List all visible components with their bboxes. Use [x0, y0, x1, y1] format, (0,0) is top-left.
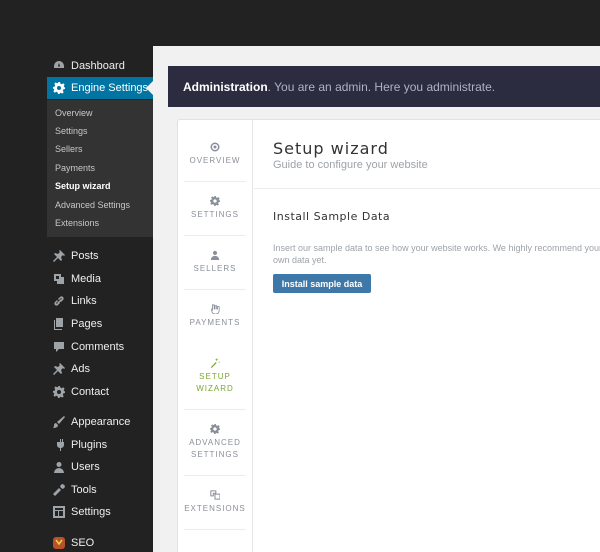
- submenu-item-extensions[interactable]: Extensions: [55, 218, 99, 228]
- admin-bar-message: . You are an admin. Here you administrat…: [267, 79, 496, 94]
- tab-divider: [184, 409, 246, 410]
- dashboard-icon: [53, 60, 69, 72]
- tab-overview[interactable]: OVERVIEW: [182, 142, 248, 167]
- sidebar-item-label: SEO: [71, 537, 95, 549]
- tab-setup-wizard[interactable]: SETUP WIZARD: [182, 358, 248, 395]
- wrench-icon: [53, 484, 69, 496]
- page-title: Setup wizard: [273, 139, 389, 158]
- sidebar-item-label: Appearance: [71, 416, 131, 428]
- gear-icon: [210, 424, 220, 434]
- wand-icon: [210, 358, 220, 368]
- sidebar-item-engine-settings[interactable]: Engine Settings: [47, 77, 153, 99]
- tab-label: OVERVIEW: [189, 156, 241, 165]
- sidebar-item-label: Engine Settings: [71, 82, 149, 94]
- pages-icon: [53, 318, 69, 330]
- sidebar-item-seo[interactable]: SEO: [47, 532, 153, 552]
- tab-divider: [184, 529, 246, 530]
- tab-label: PAYMENTS: [189, 318, 241, 327]
- tab-label-line2: SETTINGS: [190, 450, 239, 459]
- submenu-item-payments[interactable]: Payments: [55, 163, 95, 173]
- sidebar-item-dashboard[interactable]: Dashboard: [47, 55, 153, 77]
- submenu-item-setup-wizard[interactable]: Setup wizard: [55, 181, 111, 191]
- tab-payments[interactable]: PAYMENTS: [182, 304, 248, 329]
- sidebar-item-users[interactable]: Users: [47, 456, 153, 478]
- brush-icon: [53, 416, 69, 428]
- media-icon: [53, 273, 69, 285]
- tab-sellers[interactable]: SELLERS: [182, 250, 248, 275]
- gear-icon: [53, 82, 69, 94]
- settings-panel: OVERVIEW SETTINGS SELLERS PAYMENTS SETUP…: [177, 119, 600, 552]
- gear-icon: [53, 386, 69, 398]
- settings-icon: [53, 506, 69, 518]
- admin-bar-title: Administration: [183, 79, 268, 94]
- sidebar-item-plugins[interactable]: Plugins: [47, 434, 153, 456]
- tab-label: EXTENSIONS: [184, 504, 246, 513]
- sidebar-item-label: Users: [71, 461, 100, 473]
- plug-icon: [53, 439, 69, 451]
- tab-label-line1: ADVANCED: [189, 438, 241, 447]
- sidebar-item-appearance[interactable]: Appearance: [47, 411, 153, 433]
- sidebar-item-tools[interactable]: Tools: [47, 479, 153, 501]
- engine-settings-submenu: Overview Settings Sellers Payments Setup…: [47, 100, 153, 237]
- sidebar-item-media[interactable]: Media: [47, 268, 153, 290]
- tab-label: SETTINGS: [190, 210, 239, 219]
- submenu-item-settings[interactable]: Settings: [55, 126, 88, 136]
- settings-tabs: OVERVIEW SETTINGS SELLERS PAYMENTS SETUP…: [178, 120, 253, 552]
- sidebar-item-links[interactable]: Links: [47, 290, 153, 312]
- page-subtitle: Guide to configure your website: [273, 159, 428, 171]
- sidebar-item-label: Posts: [71, 250, 99, 262]
- sidebar-item-settings[interactable]: Settings: [47, 501, 153, 523]
- user-icon: [210, 250, 220, 260]
- hand-icon: [210, 304, 220, 315]
- sidebar-item-label: Media: [71, 273, 101, 285]
- tab-label-line1: SETUP: [199, 372, 231, 381]
- admin-header-bar: Administration. You are an admin. Here y…: [168, 66, 600, 107]
- tab-divider: [184, 235, 246, 236]
- sidebar-item-label: Pages: [71, 318, 103, 330]
- install-sample-data-button[interactable]: Install sample data: [273, 274, 371, 293]
- sidebar-item-label: Plugins: [71, 439, 108, 451]
- submenu-item-overview[interactable]: Overview: [55, 108, 93, 118]
- tab-settings[interactable]: SETTINGS: [182, 196, 248, 221]
- tab-label: SELLERS: [193, 264, 237, 273]
- sidebar-item-ads[interactable]: Ads: [47, 358, 153, 380]
- sidebar-item-label: Tools: [71, 484, 97, 496]
- tab-advanced-settings[interactable]: ADVANCED SETTINGS: [182, 424, 248, 461]
- tab-divider: [184, 181, 246, 182]
- tab-extensions[interactable]: EXTENSIONS: [182, 490, 248, 515]
- sidebar-item-label: Comments: [71, 341, 125, 353]
- target-icon: [210, 142, 220, 152]
- submenu-item-advanced-settings[interactable]: Advanced Settings: [55, 200, 130, 210]
- header-divider: [254, 188, 600, 189]
- section-title: Install Sample Data: [273, 210, 391, 223]
- wizard-main: Setup wizard Guide to configure your web…: [254, 120, 600, 552]
- sidebar-item-label: Ads: [71, 363, 90, 375]
- sidebar-item-posts[interactable]: Posts: [47, 245, 153, 267]
- sidebar-item-comments[interactable]: Comments: [47, 336, 153, 358]
- sidebar-item-pages[interactable]: Pages: [47, 313, 153, 335]
- pin-icon: [53, 250, 69, 262]
- section-description: Insert our sample data to see how your w…: [273, 243, 600, 265]
- user-icon: [53, 461, 69, 473]
- seo-icon: [53, 537, 69, 549]
- pin-icon: [53, 363, 69, 375]
- sidebar-item-label: Settings: [71, 506, 111, 518]
- sidebar-item-label: Dashboard: [71, 60, 125, 72]
- tab-divider: [184, 475, 246, 476]
- sidebar-item-label: Contact: [71, 386, 109, 398]
- content-area: Administration. You are an admin. Here y…: [153, 46, 600, 552]
- sidebar-item-contact[interactable]: Contact: [47, 381, 153, 403]
- extensions-icon: [210, 490, 221, 500]
- comment-icon: [53, 341, 69, 353]
- tab-divider: [184, 289, 246, 290]
- submenu-item-sellers[interactable]: Sellers: [55, 144, 83, 154]
- gear-icon: [210, 196, 220, 206]
- link-icon: [53, 295, 69, 307]
- tab-label-line2: WIZARD: [196, 384, 234, 393]
- sidebar-item-label: Links: [71, 295, 97, 307]
